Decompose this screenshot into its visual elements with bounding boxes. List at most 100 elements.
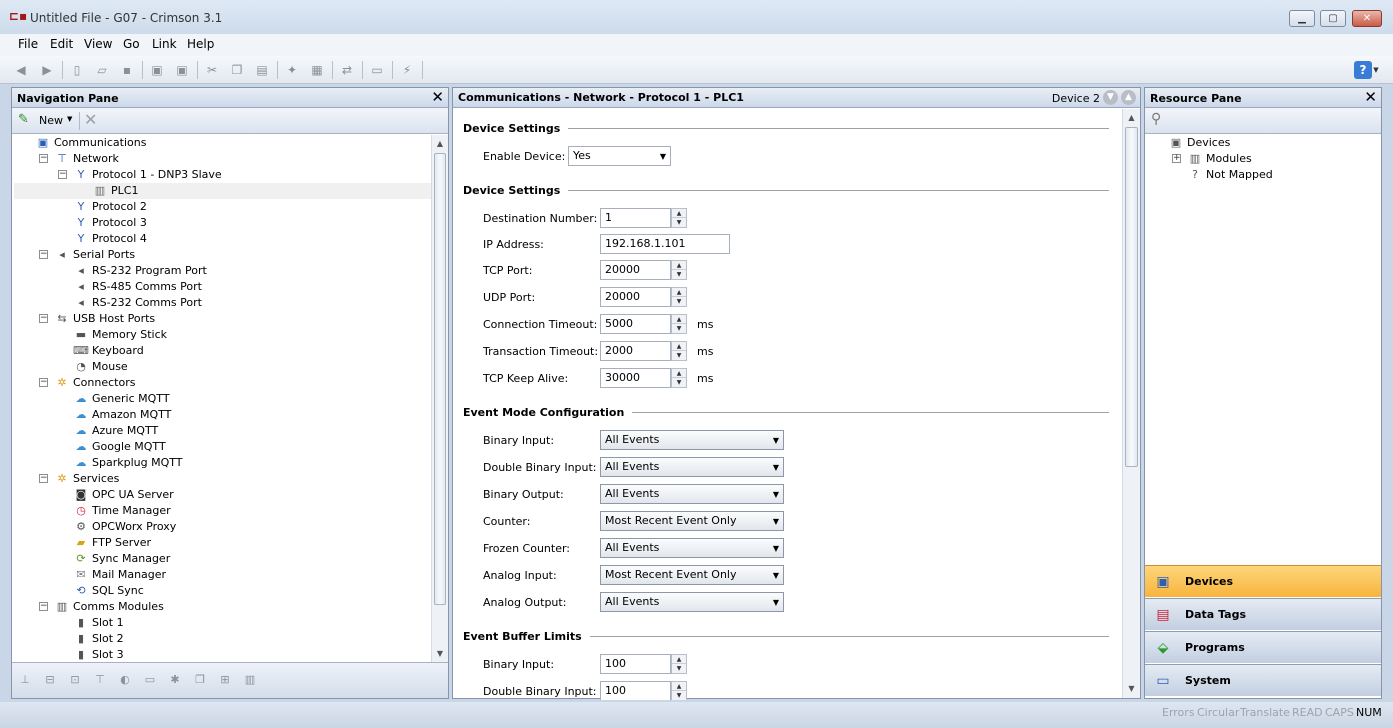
collapse-icon[interactable]: − bbox=[58, 170, 67, 179]
nav-tree-item[interactable]: ⟳ Sync Manager bbox=[14, 551, 432, 567]
back-icon[interactable]: ◀ bbox=[12, 61, 30, 79]
udp-port-spinner[interactable]: ▲ ▼ bbox=[671, 287, 687, 307]
maximize-button[interactable]: ▢ bbox=[1320, 10, 1346, 27]
category-system[interactable]: ▭ System bbox=[1145, 664, 1381, 696]
search-icon[interactable]: ⚲ bbox=[1151, 111, 1161, 127]
nav-tree-item[interactable]: ◙ OPC UA Server bbox=[14, 487, 432, 503]
collapse-icon[interactable]: − bbox=[39, 250, 48, 259]
category-data-tags[interactable]: ▤ Data Tags bbox=[1145, 598, 1381, 630]
previous-device-icon[interactable]: ▲ bbox=[1121, 90, 1136, 105]
nav-tree-item[interactable]: − ▥ Comms Modules bbox=[14, 599, 432, 615]
delete-icon[interactable]: ✕ bbox=[84, 110, 97, 129]
paste-icon[interactable]: ▤ bbox=[253, 61, 271, 79]
transaction-timeout-input[interactable]: 2000 bbox=[600, 341, 671, 361]
buffer-binary-input-input[interactable]: 100 bbox=[600, 654, 671, 674]
collapse-icon[interactable]: − bbox=[39, 602, 48, 611]
nav-tree-item[interactable]: Y Protocol 3 bbox=[14, 215, 432, 231]
print-icon[interactable]: ▦ bbox=[308, 61, 326, 79]
tool-icon-6[interactable]: ▭ bbox=[141, 673, 159, 689]
menu-edit[interactable]: Edit bbox=[50, 37, 73, 51]
nav-tree-item[interactable]: ✉ Mail Manager bbox=[14, 567, 432, 583]
collapse-icon[interactable]: − bbox=[39, 154, 48, 163]
resource-tree-item[interactable]: ? Not Mapped bbox=[1147, 167, 1379, 183]
crimson-app-icon[interactable]: ⊏▪ bbox=[9, 9, 27, 23]
nav-tree-item[interactable]: ☁ Google MQTT bbox=[14, 439, 432, 455]
event-binary-output-select[interactable]: All Events ▼ bbox=[600, 484, 784, 504]
event-analog-output-select[interactable]: All Events ▼ bbox=[600, 592, 784, 612]
new-file-icon[interactable]: ▯ bbox=[68, 61, 86, 79]
forward-icon[interactable]: ▶ bbox=[38, 61, 56, 79]
minimize-button[interactable]: ▁ bbox=[1289, 10, 1315, 27]
new-dropdown-icon[interactable]: ▼ bbox=[67, 115, 72, 123]
window-icon[interactable]: ▭ bbox=[368, 61, 386, 79]
resource-tree-item[interactable]: + ▥ Modules bbox=[1147, 151, 1379, 167]
tcp-port-spinner[interactable]: ▲ ▼ bbox=[671, 260, 687, 280]
nav-tree-item[interactable]: ◂ RS-232 Comms Port bbox=[14, 295, 432, 311]
category-programs[interactable]: ⬙ Programs bbox=[1145, 631, 1381, 663]
cut-icon[interactable]: ✂ bbox=[203, 61, 221, 79]
new-button[interactable]: New bbox=[39, 114, 63, 127]
settings-scroll-thumb[interactable] bbox=[1125, 127, 1138, 467]
settings-scrollbar[interactable]: ▲ ▼ bbox=[1122, 109, 1140, 698]
nav-tree-item[interactable]: ◂ RS-232 Program Port bbox=[14, 263, 432, 279]
nav-tree-item[interactable]: ◂ RS-485 Comms Port bbox=[14, 279, 432, 295]
tool-icon-2[interactable]: ⊟ bbox=[41, 673, 59, 689]
nav-tree-item[interactable]: ▮ Slot 2 bbox=[14, 631, 432, 647]
connection-timeout-input[interactable]: 5000 bbox=[600, 314, 671, 334]
tool-icon-8[interactable]: ❐ bbox=[191, 673, 209, 689]
nav-tree-item[interactable]: ⌨ Keyboard bbox=[14, 343, 432, 359]
event-binary-input-select[interactable]: All Events ▼ bbox=[600, 430, 784, 450]
tool-icon-3[interactable]: ⊡ bbox=[66, 673, 84, 689]
tool-icon-1[interactable]: ⊥ bbox=[16, 673, 34, 689]
buffer-double-binary-input-input[interactable]: 100 bbox=[600, 681, 671, 700]
connection-timeout-spinner[interactable]: ▲ ▼ bbox=[671, 314, 687, 334]
scroll-down-icon[interactable]: ▼ bbox=[1123, 682, 1140, 696]
nav-tree-item[interactable]: Y Protocol 2 bbox=[14, 199, 432, 215]
udp-port-input[interactable]: 20000 bbox=[600, 287, 671, 307]
nav-tree-item[interactable]: ☁ Azure MQTT bbox=[14, 423, 432, 439]
nav-tree-item[interactable]: − ⊤ Network bbox=[14, 151, 432, 167]
nav-tree-item[interactable]: − Y Protocol 1 - DNP3 Slave bbox=[14, 167, 432, 183]
transaction-timeout-spinner[interactable]: ▲ ▼ bbox=[671, 341, 687, 361]
tool-icon-7[interactable]: ✱ bbox=[166, 673, 184, 689]
open-file-icon[interactable]: ▱ bbox=[93, 61, 111, 79]
tcp-keep-alive-spinner[interactable]: ▲ ▼ bbox=[671, 368, 687, 388]
tcp-port-input[interactable]: 20000 bbox=[600, 260, 671, 280]
close-icon[interactable]: ✕ bbox=[1364, 89, 1377, 105]
event-analog-input-select[interactable]: Most Recent Event Only ▼ bbox=[600, 565, 784, 585]
menu-file[interactable]: File bbox=[18, 37, 38, 51]
enable-device-select[interactable]: Yes ▼ bbox=[568, 146, 671, 166]
menu-help[interactable]: Help bbox=[187, 37, 214, 51]
buffer-binary-input-spinner[interactable]: ▲ ▼ bbox=[671, 654, 687, 674]
nav-tree-item[interactable]: ☁ Sparkplug MQTT bbox=[14, 455, 432, 471]
nav-tree-item[interactable]: ☁ Generic MQTT bbox=[14, 391, 432, 407]
nav-tree-item[interactable]: ▮ Slot 1 bbox=[14, 615, 432, 631]
nav-tree-item[interactable]: ▰ FTP Server bbox=[14, 535, 432, 551]
nav-tree-item[interactable]: − ◂ Serial Ports bbox=[14, 247, 432, 263]
link-icon[interactable]: ⇄ bbox=[338, 61, 356, 79]
nav-tree-item[interactable]: ▮ Slot 3 bbox=[14, 647, 432, 663]
nav-tree-item[interactable]: Y Protocol 4 bbox=[14, 231, 432, 247]
expand-icon[interactable]: + bbox=[1172, 154, 1181, 163]
menu-link[interactable]: Link bbox=[152, 37, 177, 51]
nav-tree-item[interactable]: ⟲ SQL Sync bbox=[14, 583, 432, 599]
nav-tree-item[interactable]: − ✲ Connectors bbox=[14, 375, 432, 391]
save-icon[interactable]: ▪ bbox=[118, 61, 136, 79]
tool-icon-5[interactable]: ◐ bbox=[116, 673, 134, 689]
tcp-keep-alive-input[interactable]: 30000 bbox=[600, 368, 671, 388]
next-device-icon[interactable]: ▼ bbox=[1103, 90, 1118, 105]
tool-icon-10[interactable]: ▥ bbox=[241, 673, 259, 689]
event-counter-select[interactable]: Most Recent Event Only ▼ bbox=[600, 511, 784, 531]
import-icon[interactable]: ▣ bbox=[148, 61, 166, 79]
ip-address-input[interactable]: 192.168.1.101 bbox=[600, 234, 730, 254]
event-double-binary-input-select[interactable]: All Events ▼ bbox=[600, 457, 784, 477]
menu-go[interactable]: Go bbox=[123, 37, 140, 51]
destination-number-input[interactable]: 1 bbox=[600, 208, 671, 228]
collapse-icon[interactable]: − bbox=[39, 314, 48, 323]
navigation-scroll-thumb[interactable] bbox=[434, 153, 446, 605]
nav-tree-item[interactable]: ▣ Communications bbox=[14, 135, 432, 151]
event-frozen-counter-select[interactable]: All Events ▼ bbox=[600, 538, 784, 558]
nav-tree-item[interactable]: ◔ Mouse bbox=[14, 359, 432, 375]
find-icon[interactable]: ✦ bbox=[283, 61, 301, 79]
category-devices[interactable]: ▣ Devices bbox=[1145, 565, 1381, 597]
